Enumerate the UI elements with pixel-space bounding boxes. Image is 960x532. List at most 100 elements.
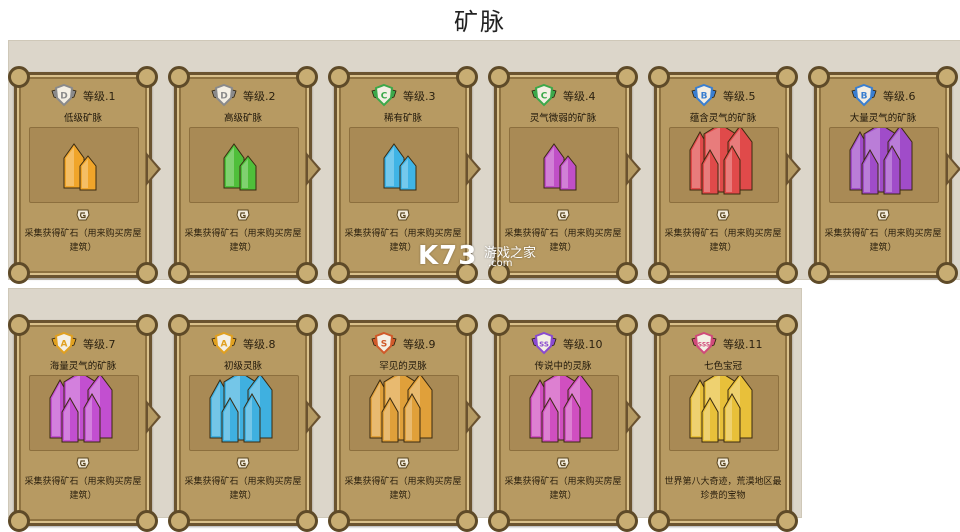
- frame-corner-decoration: [936, 262, 958, 284]
- ore-name: 罕见的灵脉: [379, 361, 427, 372]
- frame-corner-decoration: [456, 510, 478, 532]
- ore-resource-icon: [715, 207, 731, 221]
- svg-text:B: B: [861, 92, 868, 102]
- frame-corner-decoration: [616, 262, 638, 284]
- grade-badge-icon: C: [531, 83, 557, 107]
- card-header: A 等级.8: [177, 331, 309, 357]
- card-header: S 等级.9: [337, 331, 469, 357]
- ore-name: 初级灵脉: [223, 361, 262, 372]
- page-title: 矿脉: [454, 8, 506, 36]
- svg-text:C: C: [541, 92, 548, 102]
- level-label: 等级.4: [563, 90, 596, 103]
- ore-resource-icon: [875, 207, 891, 221]
- ore-name: 高级矿脉: [223, 113, 262, 124]
- frame-corner-decoration: [648, 262, 670, 284]
- watermark-url: .com: [488, 258, 513, 269]
- ore-description: 采集获得矿石（用来购买房屋建筑）: [24, 477, 142, 501]
- frame-corner-decoration: [296, 262, 318, 284]
- card-header: D 等级.1: [17, 83, 149, 109]
- frame-corner-decoration: [136, 510, 158, 532]
- frame-corner-decoration: [776, 510, 798, 532]
- ore-description: 采集获得矿石（用来购买房屋建筑）: [824, 229, 942, 253]
- ore-name: 传说中的灵脉: [534, 361, 592, 372]
- svg-text:SS: SS: [539, 341, 549, 349]
- ore-name: 稀有矿脉: [383, 113, 422, 124]
- frame-corner-decoration: [616, 510, 638, 532]
- ore-card[interactable]: D 等级.1 低级矿脉 采集获得矿石（用来购买房屋建筑）: [8, 66, 158, 284]
- grade-badge-icon: B: [851, 83, 877, 107]
- level-label: 等级.8: [243, 338, 276, 351]
- grade-badge-icon: SSS: [691, 331, 717, 355]
- crystal-icon: [829, 127, 939, 203]
- ore-resource-icon: [555, 207, 571, 221]
- progression-arrow-icon: [626, 400, 641, 434]
- crystal-icon: [349, 127, 459, 203]
- frame-corner-decoration: [648, 510, 670, 532]
- svg-text:D: D: [60, 92, 67, 102]
- ore-card[interactable]: A 等级.7 海量灵气的矿脉采集获得矿石（用来购买房屋建筑）: [8, 314, 158, 532]
- crystal-icon: [669, 375, 779, 451]
- frame-corner-decoration: [8, 510, 30, 532]
- ore-description: 采集获得矿石（用来购买房屋建筑）: [664, 229, 782, 253]
- frame-corner-decoration: [808, 262, 830, 284]
- level-label: 等级.1: [83, 90, 116, 103]
- ore-card[interactable]: B 等级.6 大量灵气的矿脉 采集获得矿石（用来购买房屋建筑）: [808, 66, 958, 284]
- svg-text:B: B: [701, 92, 708, 102]
- ore-card[interactable]: S 等级.9 罕见的灵脉 采集获得矿石（用来购买房屋建筑）: [328, 314, 478, 532]
- frame-corner-decoration: [136, 262, 158, 284]
- ore-name: 蕴含灵气的矿脉: [689, 113, 757, 124]
- ore-card[interactable]: D 等级.2 高级矿脉 采集获得矿石（用来购买房屋建筑）: [168, 66, 318, 284]
- ore-card[interactable]: A 等级.8 初级灵脉采集获得矿石（用来购买房屋建筑）: [168, 314, 318, 532]
- level-label: 等级.3: [403, 90, 436, 103]
- ore-resource-icon: [75, 455, 91, 469]
- ore-card[interactable]: B 等级.5 蕴含灵气的矿脉采集获得矿石（用来购买房屋建筑）: [648, 66, 798, 284]
- frame-corner-decoration: [488, 510, 510, 532]
- card-header: C 等级.4: [497, 83, 629, 109]
- crystal-icon: [509, 127, 619, 203]
- progression-arrow-icon: [146, 400, 161, 434]
- progression-arrow-icon: [306, 152, 321, 186]
- ore-resource-icon: [395, 207, 411, 221]
- ore-resource-icon: [395, 455, 411, 469]
- level-label: 等级.11: [723, 338, 763, 351]
- progression-arrow-icon: [786, 152, 801, 186]
- ore-card[interactable]: SS 等级.10 传说中的灵脉 采集获得矿石（用来购买房屋建筑）: [488, 314, 638, 532]
- ore-resource-icon: [715, 455, 731, 469]
- crystal-icon: [349, 375, 459, 451]
- ore-resource-icon: [235, 455, 251, 469]
- level-label: 等级.7: [83, 338, 116, 351]
- ore-name: 大量灵气的矿脉: [849, 113, 917, 124]
- ore-description: 世界第八大奇迹，荒漠地区最珍贵的宝物: [664, 477, 782, 501]
- crystal-icon: [509, 375, 619, 451]
- ore-description: 采集获得矿石（用来购买房屋建筑）: [184, 477, 302, 501]
- level-label: 等级.9: [403, 338, 436, 351]
- ore-card[interactable]: SSS 等级.11 七色宝冠 世界第八大奇迹，荒漠地区最珍贵的宝物: [648, 314, 798, 532]
- progression-arrow-icon: [306, 400, 321, 434]
- card-header: SS 等级.10: [497, 331, 629, 357]
- ore-name: 低级矿脉: [63, 113, 102, 124]
- svg-text:A: A: [221, 340, 228, 350]
- level-label: 等级.2: [243, 90, 276, 103]
- frame-corner-decoration: [296, 510, 318, 532]
- grade-badge-icon: D: [51, 83, 77, 107]
- crystal-icon: [189, 375, 299, 451]
- progression-arrow-icon: [626, 152, 641, 186]
- grade-badge-icon: B: [691, 83, 717, 107]
- svg-text:A: A: [61, 340, 68, 350]
- grade-badge-icon: A: [211, 331, 237, 355]
- ore-resource-icon: [75, 207, 91, 221]
- ore-name: 海量灵气的矿脉: [49, 361, 117, 372]
- level-label: 等级.5: [723, 90, 756, 103]
- grade-badge-icon: D: [211, 83, 237, 107]
- ore-resource-icon: [555, 455, 571, 469]
- crystal-icon: [189, 127, 299, 203]
- level-label: 等级.10: [563, 338, 603, 351]
- card-header: C 等级.3: [337, 83, 469, 109]
- svg-text:D: D: [220, 92, 227, 102]
- grade-badge-icon: C: [371, 83, 397, 107]
- grade-badge-icon: SS: [531, 331, 557, 355]
- svg-text:SSS: SSS: [698, 342, 710, 349]
- frame-corner-decoration: [328, 510, 350, 532]
- progression-arrow-icon: [946, 152, 960, 186]
- ore-resource-icon: [235, 207, 251, 221]
